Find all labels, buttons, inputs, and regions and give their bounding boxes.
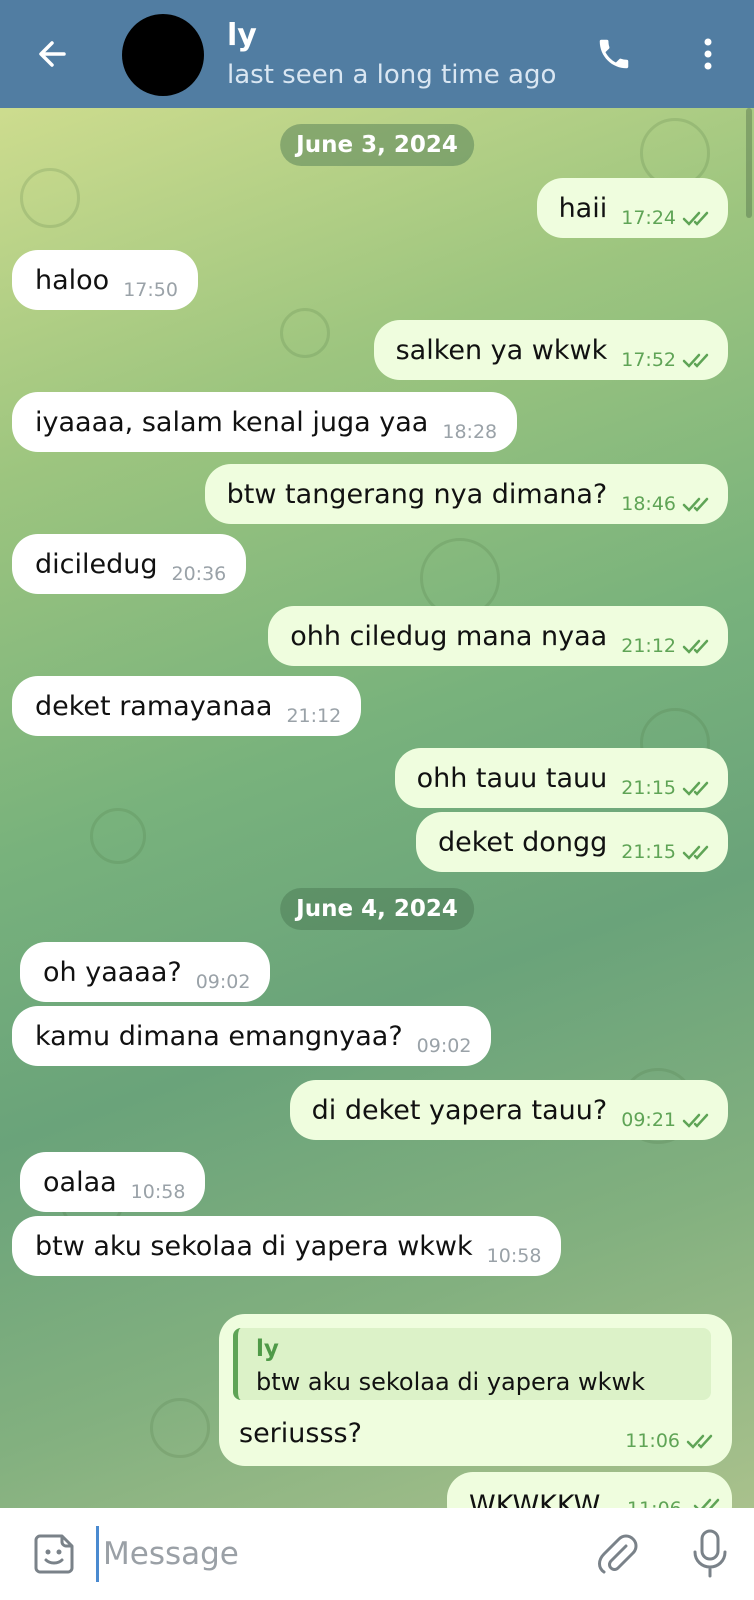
message-bubble-outgoing[interactable]: ohh tauu tauu 21:15	[394, 748, 728, 808]
double-check-icon	[682, 211, 709, 226]
message-bubble-incoming[interactable]: deket ramayanaa 21:12	[12, 676, 362, 736]
message-text: seriusss?	[239, 1418, 362, 1449]
message-text: ohh ciledug mana nyaa	[290, 620, 608, 652]
message-bubble-outgoing[interactable]: haii 17:24	[536, 178, 728, 238]
message-text: oalaa	[43, 1166, 117, 1198]
message-time: 10:58	[130, 1181, 186, 1203]
message-bubble-incoming[interactable]: oalaa 10:58	[20, 1152, 206, 1212]
sticker-icon[interactable]	[30, 1530, 78, 1578]
double-check-icon	[682, 781, 709, 796]
message-time: 21:12	[621, 635, 676, 657]
message-text: btw aku sekolaa di yapera wkwk	[35, 1230, 473, 1262]
message-bubble-incoming[interactable]: oh yaaaa? 09:02	[20, 942, 271, 1002]
scrollbar[interactable]	[746, 108, 752, 218]
message-bubble-outgoing[interactable]: btw tangerang nya dimana? 18:46	[204, 464, 728, 524]
message-text: diciledug	[35, 548, 158, 580]
message-time: 09:02	[195, 971, 251, 993]
message-text: di deket yapera tauu?	[311, 1094, 608, 1126]
background-doodle	[150, 1398, 210, 1458]
double-check-icon	[682, 845, 709, 860]
message-text: ohh tauu tauu	[416, 762, 608, 794]
phone-icon[interactable]	[590, 30, 638, 78]
double-check-icon	[682, 353, 709, 368]
back-arrow-icon[interactable]	[28, 30, 76, 78]
message-bubble-outgoing[interactable]: salken ya wkwk 17:52	[373, 320, 728, 380]
message-time: 18:28	[442, 421, 498, 443]
message-text: deket ramayanaa	[35, 690, 273, 722]
contact-name[interactable]: ly	[227, 18, 257, 53]
chat-header: ly last seen a long time ago	[0, 0, 754, 108]
message-text: oh yaaaa?	[43, 956, 182, 988]
more-vertical-icon[interactable]	[684, 30, 732, 78]
message-bubble-incoming[interactable]: haloo 17:50	[12, 250, 198, 310]
message-composer	[0, 1508, 754, 1600]
quoted-sender: ly	[256, 1336, 279, 1362]
message-text: iyaaaa, salam kenal juga yaa	[35, 406, 429, 438]
double-check-icon	[682, 1113, 709, 1128]
avatar[interactable]	[122, 14, 204, 96]
message-time-group: 11:06	[625, 1430, 718, 1452]
date-divider: June 4, 2024	[280, 888, 474, 930]
message-time: 21:12	[286, 705, 342, 727]
message-time: 21:15	[621, 777, 676, 799]
message-time: 21:15	[621, 841, 676, 863]
message-text: haloo	[35, 264, 110, 296]
last-seen-status: last seen a long time ago	[227, 60, 557, 90]
background-doodle	[90, 808, 146, 864]
background-doodle	[20, 168, 80, 228]
message-text: haii	[558, 192, 608, 224]
paperclip-icon[interactable]	[592, 1528, 644, 1580]
background-doodle	[280, 308, 330, 358]
message-time: 10:58	[486, 1245, 542, 1267]
message-text: deket dongg	[437, 826, 608, 858]
message-time: 09:21	[621, 1109, 676, 1131]
message-time: 17:50	[123, 279, 178, 301]
message-text: btw tangerang nya dimana?	[226, 478, 608, 510]
double-check-icon	[686, 1434, 713, 1449]
message-bubble-reply[interactable]: ly btw aku sekolaa di yapera wkwk serius…	[219, 1314, 732, 1466]
message-time: 17:24	[621, 207, 676, 229]
message-time: 11:06	[625, 1430, 680, 1452]
message-bubble-outgoing[interactable]: deket dongg 21:15	[415, 812, 728, 872]
double-check-icon	[682, 497, 709, 512]
message-bubble-incoming[interactable]: btw aku sekolaa di yapera wkwk 10:58	[12, 1216, 562, 1276]
message-time: 17:52	[621, 349, 676, 371]
message-time: 20:36	[171, 563, 227, 585]
date-divider: June 3, 2024	[280, 124, 474, 166]
quoted-text: btw aku sekolaa di yapera wkwk	[256, 1368, 646, 1396]
message-time: 18:46	[621, 493, 676, 515]
message-time: 09:02	[416, 1035, 472, 1057]
message-bubble-incoming[interactable]: iyaaaa, salam kenal juga yaa 18:28	[12, 392, 518, 452]
message-bubble-outgoing[interactable]: ohh ciledug mana nyaa 21:12	[268, 606, 728, 666]
message-input[interactable]	[96, 1526, 566, 1582]
message-text: salken ya wkwk	[395, 334, 608, 366]
message-text: kamu dimana emangnyaa?	[35, 1020, 403, 1052]
quoted-message[interactable]: ly btw aku sekolaa di yapera wkwk	[233, 1328, 711, 1400]
message-bubble-incoming[interactable]: diciledug 20:36	[12, 534, 247, 594]
chat-area[interactable]: June 3, 2024 haii 17:24 haloo 17:50 salk…	[0, 108, 754, 1508]
message-bubble-incoming[interactable]: kamu dimana emangnyaa? 09:02	[12, 1006, 492, 1066]
double-check-icon	[682, 639, 709, 654]
message-bubble-outgoing[interactable]: di deket yapera tauu? 09:21	[289, 1080, 728, 1140]
microphone-icon[interactable]	[684, 1526, 736, 1582]
